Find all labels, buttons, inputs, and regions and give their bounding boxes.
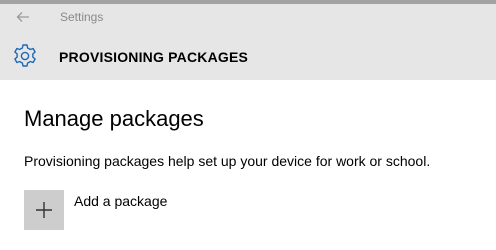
header-title: PROVISIONING PACKAGES [59,49,249,65]
gear-icon [14,44,36,67]
title-bar: Settings [0,4,496,32]
back-button[interactable] [10,6,36,28]
add-package-label[interactable]: Add a package [74,193,167,209]
back-arrow-icon [16,12,29,22]
page-title: Manage packages [24,106,204,131]
add-package-button[interactable] [24,190,64,230]
window-title: Settings [60,10,104,24]
page-header: PROVISIONING PACKAGES [0,32,496,80]
description-text: Provisioning packages help set up your d… [24,153,431,169]
plus-icon [36,202,52,218]
